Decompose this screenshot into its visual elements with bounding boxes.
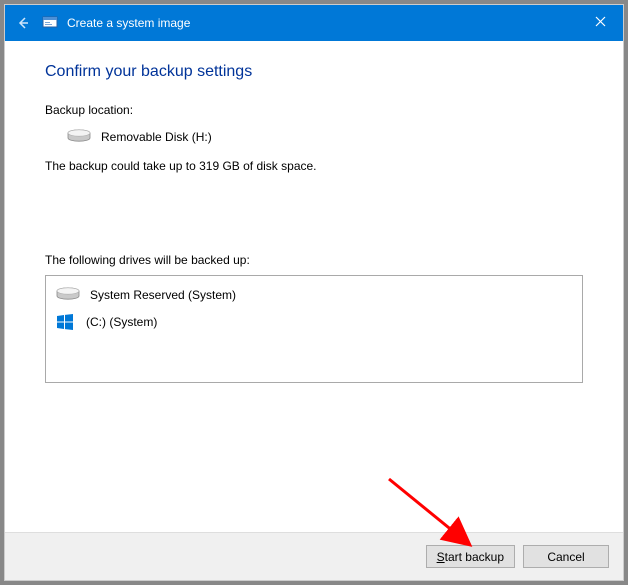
backup-location-label: Backup location: bbox=[45, 103, 583, 117]
close-icon bbox=[595, 16, 606, 27]
backup-location-row: Removable Disk (H:) bbox=[67, 129, 583, 145]
space-note: The backup could take up to 319 GB of di… bbox=[45, 159, 583, 173]
dialog-window: Create a system image Confirm your backu… bbox=[4, 4, 624, 581]
content-area: Confirm your backup settings Backup loca… bbox=[5, 41, 623, 532]
windows-logo-icon bbox=[56, 313, 74, 331]
drive-label: (C:) (System) bbox=[86, 315, 157, 329]
arrow-left-icon bbox=[15, 15, 31, 31]
start-backup-button[interactable]: Start backup bbox=[426, 545, 515, 568]
drives-label: The following drives will be backed up: bbox=[45, 253, 583, 267]
page-heading: Confirm your backup settings bbox=[45, 63, 583, 81]
hdd-icon bbox=[67, 129, 89, 145]
close-button[interactable] bbox=[577, 5, 623, 37]
hdd-icon bbox=[56, 287, 78, 303]
drive-label: System Reserved (System) bbox=[90, 288, 236, 302]
app-icon bbox=[41, 14, 59, 32]
drive-row: System Reserved (System) bbox=[54, 282, 574, 308]
window-title: Create a system image bbox=[67, 16, 190, 30]
drives-list: System Reserved (System) (C:) (System) bbox=[45, 275, 583, 383]
titlebar: Create a system image bbox=[5, 5, 623, 41]
back-button[interactable] bbox=[5, 5, 41, 41]
backup-location-value: Removable Disk (H:) bbox=[101, 130, 212, 144]
drive-row: (C:) (System) bbox=[54, 308, 574, 336]
cancel-button[interactable]: Cancel bbox=[523, 545, 609, 568]
footer: Start backup Cancel bbox=[5, 532, 623, 580]
